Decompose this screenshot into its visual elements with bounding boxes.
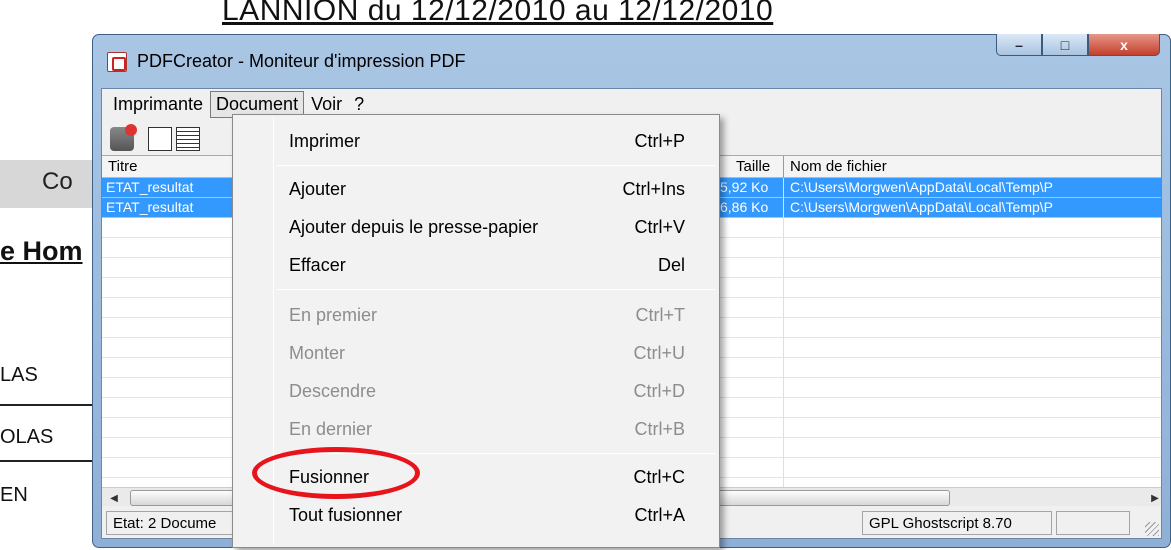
background-divider: [0, 404, 95, 406]
menu-item-shortcut: Ctrl+B: [634, 419, 685, 439]
row-filename: C:\Users\Morgwen\AppData\Local\Temp\P: [790, 179, 1053, 195]
column-separator[interactable]: [783, 156, 784, 178]
row-title: ETAT_resultat: [106, 199, 194, 215]
window-titlebar[interactable]: PDFCreator - Moniteur d'impression PDF –…: [93, 34, 1170, 87]
menu-item-imprimer[interactable]: Imprimer Ctrl+P: [235, 123, 717, 159]
menu-item-shortcut: Ctrl+U: [633, 343, 685, 363]
pdfcreator-app-icon[interactable]: [107, 52, 127, 72]
minimize-button[interactable]: –: [996, 34, 1042, 56]
menu-item-shortcut: Ctrl+V: [634, 217, 685, 237]
menu-item-shortcut: Ctrl+A: [634, 505, 685, 525]
menu-item-label: Fusionner: [289, 467, 370, 487]
menu-item-ajouter-presse-papier[interactable]: Ajouter depuis le presse-papier Ctrl+V: [235, 209, 717, 245]
menu-item-descendre[interactable]: Descendre Ctrl+D: [235, 373, 717, 409]
scroll-right-icon[interactable]: ▶: [1145, 489, 1165, 507]
document-list-icon[interactable]: [176, 127, 200, 151]
menu-item-label: Descendre: [289, 381, 377, 401]
menu-item-effacer[interactable]: Effacer Del: [235, 247, 717, 283]
close-button[interactable]: x: [1088, 34, 1160, 56]
document-icon[interactable]: [148, 127, 172, 151]
row-filename: C:\Users\Morgwen\AppData\Local\Temp\P: [790, 199, 1053, 215]
menu-item-shortcut: Ctrl+P: [634, 131, 685, 151]
resize-grip-icon[interactable]: [1145, 522, 1159, 536]
menu-item-shortcut: Del: [657, 255, 685, 275]
window-controls: – □ x: [996, 34, 1160, 56]
menu-item-label: Imprimer: [289, 131, 360, 151]
menu-item-en-dernier[interactable]: En dernier Ctrl+B: [235, 411, 717, 447]
menu-item-fusionner[interactable]: Fusionner Ctrl+C: [235, 459, 717, 495]
column-header-size[interactable]: Taille: [736, 158, 770, 175]
menu-item-shortcut: Ctrl+Ins: [622, 179, 685, 199]
background-divider: [0, 460, 95, 462]
background-header-text: Co: [42, 168, 73, 195]
row-size: 5,92 Ko: [720, 179, 769, 195]
menu-item-label: Tout fusionner: [289, 505, 403, 525]
printer-icon[interactable]: [110, 124, 137, 151]
menu-item-label: Ajouter depuis le presse-papier: [289, 217, 539, 237]
menu-item-shortcut: Ctrl+D: [633, 381, 685, 401]
background-row: OLAS: [0, 426, 54, 448]
row-size: 6,86 Ko: [720, 199, 769, 215]
menu-item-shortcut: Ctrl+C: [633, 467, 685, 487]
menu-item-label: Effacer: [289, 255, 346, 275]
column-header-filename[interactable]: Nom de fichier: [790, 158, 887, 175]
menu-separator: [277, 165, 715, 166]
column-header-title[interactable]: Titre: [108, 158, 137, 175]
menu-item-label: Monter: [289, 343, 346, 363]
background-report-title: LANNION du 12/12/2010 au 12/12/2010: [222, 0, 774, 27]
menu-item-tout-fusionner[interactable]: Tout fusionner Ctrl+A: [235, 497, 717, 533]
background-row: EN: [0, 484, 28, 506]
menu-item-label: En premier: [289, 305, 378, 325]
menu-item-ajouter[interactable]: Ajouter Ctrl+Ins: [235, 171, 717, 207]
row-title: ETAT_resultat: [106, 179, 194, 195]
document-menu-dropdown: Imprimer Ctrl+P Ajouter Ctrl+Ins Ajouter…: [232, 114, 720, 548]
maximize-button[interactable]: □: [1042, 34, 1088, 56]
menu-item-en-premier[interactable]: En premier Ctrl+T: [235, 297, 717, 333]
menu-item-shortcut: Ctrl+T: [635, 305, 686, 325]
column-gridline: [783, 178, 784, 487]
menu-separator: [277, 289, 715, 290]
menu-help[interactable]: ?: [349, 92, 369, 117]
menu-voir[interactable]: Voir: [306, 92, 347, 117]
menu-item-monter[interactable]: Monter Ctrl+U: [235, 335, 717, 371]
window-title: PDFCreator - Moniteur d'impression PDF: [137, 51, 466, 71]
status-text: Etat: 2 Docume: [106, 511, 236, 535]
menu-item-label: En dernier: [289, 419, 373, 439]
scroll-left-icon[interactable]: ◀: [104, 489, 124, 507]
menu-imprimante[interactable]: Imprimante: [108, 92, 208, 117]
ghostscript-version: GPL Ghostscript 8.70: [862, 511, 1052, 535]
menu-item-label: Ajouter: [289, 179, 347, 199]
status-panel-empty: [1056, 511, 1130, 535]
background-subtitle: e Hom: [0, 236, 83, 266]
menu-separator: [277, 453, 715, 454]
background-row: LAS: [0, 364, 38, 386]
